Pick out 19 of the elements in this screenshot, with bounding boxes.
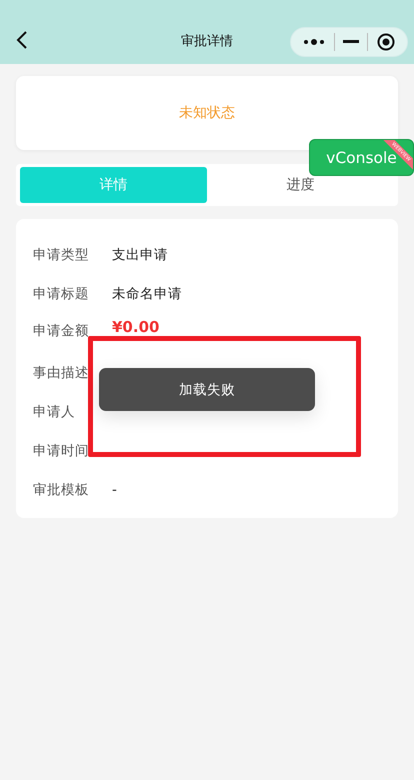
field-label: 申请金额 xyxy=(33,322,90,340)
minimize-icon[interactable] xyxy=(342,40,359,44)
field-label: 审批模板 xyxy=(33,481,90,500)
status-text: 未知状态 xyxy=(179,104,235,122)
field-value: 未命名申请 xyxy=(112,284,182,303)
field-value: 支出申请 xyxy=(112,246,168,264)
field-label: 申请人 xyxy=(33,402,76,421)
field-label: 申请时间 xyxy=(33,442,90,460)
tab[interactable]: 详情 xyxy=(20,167,207,203)
toast-text: 加载失败 xyxy=(179,380,235,398)
page-title: 审批详情 xyxy=(180,33,234,50)
field-value: ¥0.00 xyxy=(112,320,160,335)
close-icon[interactable] xyxy=(376,33,395,51)
field-label: 事由描述 xyxy=(33,364,90,382)
back-icon[interactable] xyxy=(16,30,28,50)
more-icon[interactable] xyxy=(303,38,326,46)
field-value: - xyxy=(112,482,117,498)
field-label: 申请标题 xyxy=(33,284,90,303)
field-label: 申请类型 xyxy=(33,246,90,264)
